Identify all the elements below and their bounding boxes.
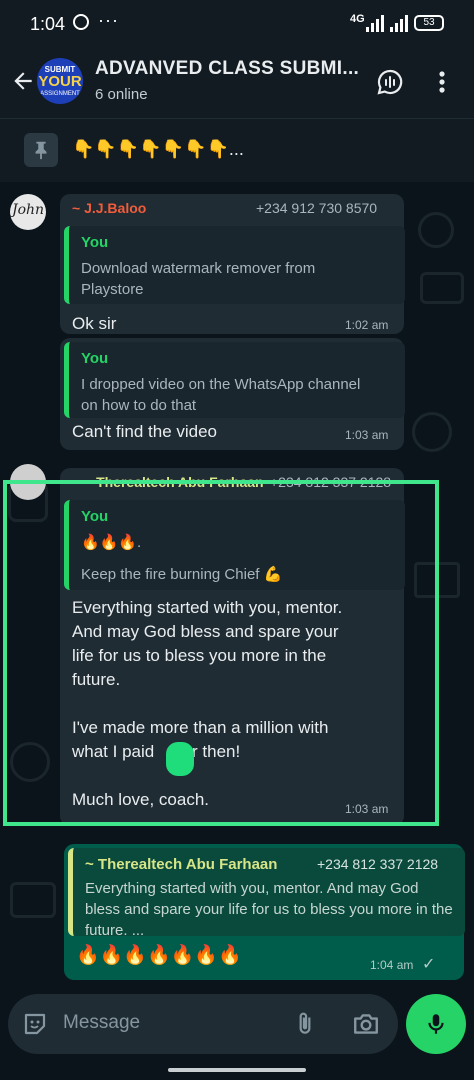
redaction-mark <box>166 742 194 776</box>
sender-name[interactable]: ~ J.J.Baloo <box>72 200 146 216</box>
battery-level: 53 <box>423 17 435 28</box>
message-input[interactable]: Message <box>8 994 398 1054</box>
quote-text: Download watermark remover from Playstor… <box>81 260 316 298</box>
wallpaper-doodle <box>418 212 454 248</box>
quote-author: You <box>81 234 109 251</box>
network-type: 4G <box>350 13 365 25</box>
message-text: 🔥🔥🔥🔥🔥🔥🔥 <box>76 945 242 966</box>
voice-chat-icon[interactable] <box>376 68 404 96</box>
signal-icon <box>366 14 384 32</box>
quote-text: I dropped video on the WhatsApp channel … <box>81 376 361 414</box>
highlight-box <box>3 480 439 826</box>
wallpaper-doodle <box>412 412 452 452</box>
pin-icon-box <box>24 133 58 167</box>
quote-author: ~ Therealtech Abu Farhaan <box>85 856 278 873</box>
message-time: 1:02 am <box>345 318 389 332</box>
message-bubble[interactable]: ~ J.J.Baloo +234 912 730 8570 You Downlo… <box>60 194 405 334</box>
status-time: 1:04 <box>30 14 66 34</box>
message-time: 1:03 am <box>345 428 389 442</box>
outgoing-message-bubble[interactable]: ~ Therealtech Abu Farhaan +234 812 337 2… <box>64 844 465 980</box>
mic-button[interactable] <box>406 994 466 1054</box>
avatar-logo-line2: YOUR <box>38 73 82 90</box>
whatsapp-notification-icon <box>73 14 89 30</box>
quoted-message[interactable]: You I dropped video on the WhatsApp chan… <box>64 342 405 418</box>
status-bar: 1:04 ··· 4G 53 <box>0 0 474 46</box>
attach-icon[interactable] <box>292 1011 318 1037</box>
pinned-text: 👇👇👇👇👇👇👇... <box>72 139 244 159</box>
quoted-message[interactable]: You Download watermark remover from Play… <box>64 226 405 304</box>
message-bubble[interactable]: You I dropped video on the WhatsApp chan… <box>60 338 405 450</box>
signal-icon-2 <box>390 14 408 32</box>
input-placeholder: Message <box>63 1012 141 1033</box>
input-bar: Message <box>0 990 474 1080</box>
message-text: Ok sir <box>72 314 117 333</box>
group-title[interactable]: ADVANVED CLASS SUBMI... <box>95 58 359 80</box>
battery-icon: 53 <box>414 15 444 31</box>
home-indicator[interactable] <box>168 1068 306 1072</box>
read-check-icon: ✓ <box>422 956 436 973</box>
message-text: Can't find the video <box>72 422 218 441</box>
wallpaper-doodle <box>420 272 464 304</box>
camera-icon[interactable] <box>352 1010 380 1038</box>
quote-author: You <box>81 350 109 367</box>
avatar-logo-line3: ASSIGNMENT <box>40 91 80 97</box>
group-avatar[interactable]: SUBMIT YOUR ASSIGNMENT <box>37 58 83 104</box>
online-count: 6 online <box>95 86 148 103</box>
quote-text: Everything started with you, mentor. And… <box>85 880 453 939</box>
wallpaper-doodle <box>10 882 56 918</box>
quote-phone: +234 812 337 2128 <box>317 856 439 872</box>
chat-header: SUBMIT YOUR ASSIGNMENT ADVANVED CLASS SU… <box>0 46 474 118</box>
pin-icon <box>35 141 47 160</box>
sender-phone: +234 912 730 8570 <box>256 200 378 216</box>
mic-icon <box>428 1014 444 1034</box>
message-time: 1:04 am <box>370 958 414 972</box>
avatar-text: John <box>12 202 45 218</box>
quoted-message[interactable]: ~ Therealtech Abu Farhaan +234 812 337 2… <box>68 848 465 939</box>
sender-avatar[interactable]: John <box>10 194 46 230</box>
pinned-message-bar[interactable]: 👇👇👇👇👇👇👇... <box>0 118 474 183</box>
back-arrow-icon[interactable] <box>10 68 36 94</box>
more-vert-icon[interactable] <box>432 68 452 96</box>
more-notifications-icon: ··· <box>98 10 119 30</box>
sticker-icon[interactable] <box>22 1011 48 1037</box>
